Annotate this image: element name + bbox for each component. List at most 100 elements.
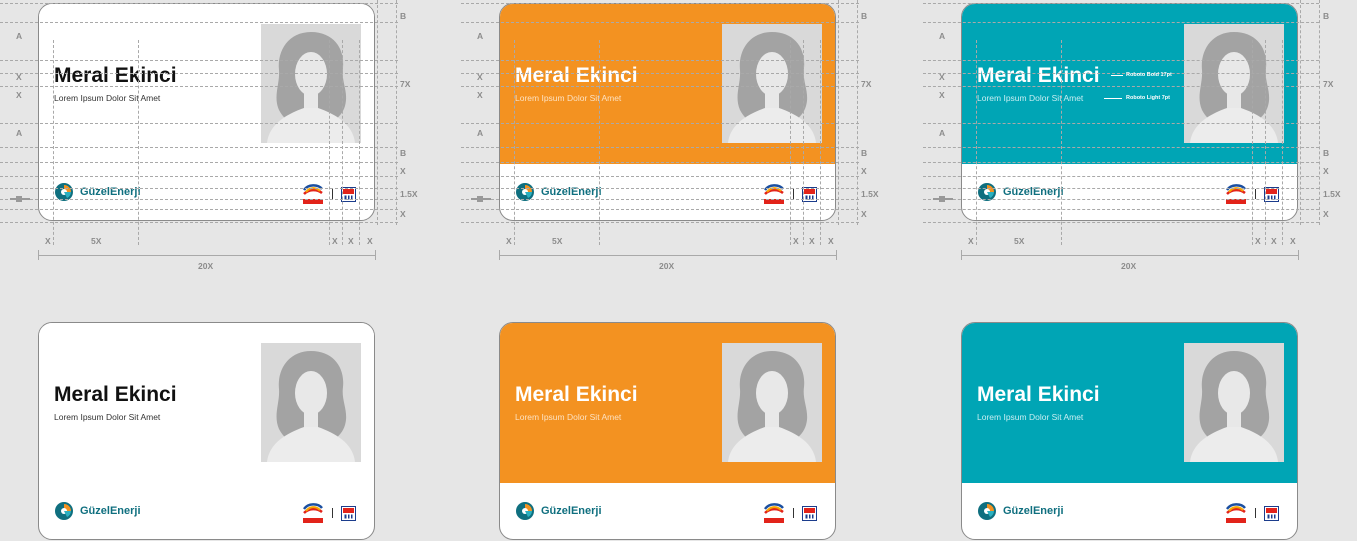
guide-label-right: 1.5X: [861, 189, 879, 199]
id-card-orange-specs: Meral Ekinci Lorem Ipsum Dolor Sit Amet …: [499, 3, 836, 221]
partner-logos: [1224, 501, 1279, 525]
totalenergies-logo-icon: [763, 503, 784, 523]
partner-logos: [301, 182, 356, 206]
guide-label-left: A: [477, 128, 484, 138]
guide-label-bottom: X: [1271, 236, 1277, 246]
guide-label-left: X: [939, 72, 945, 82]
brand-name: GüzelEnerji: [1003, 505, 1064, 517]
totalenergies-logo-icon: [1225, 184, 1246, 204]
total-width-label: 20X: [659, 261, 675, 271]
guzelenerji-logo: GüzelEnerji: [515, 182, 602, 202]
partner-logos: [301, 501, 356, 525]
person-name: Meral Ekinci: [515, 64, 638, 87]
guide-line-h: [461, 222, 859, 223]
profile-photo: [1184, 24, 1284, 143]
profile-photo: [1184, 343, 1284, 462]
totalenergies-logo-icon: [1225, 503, 1246, 523]
person-silhouette-icon: [267, 32, 355, 143]
id-card-white: Meral Ekinci Lorem Ipsum Dolor Sit Amet …: [38, 322, 375, 540]
total-width-line: [961, 255, 1298, 256]
profile-photo: [722, 24, 822, 143]
guzelenerji-logo-icon: [55, 502, 73, 520]
person-silhouette-icon: [728, 32, 816, 143]
guide-label-right: X: [400, 209, 406, 219]
moil-logo-icon: [341, 505, 356, 521]
brand-name: GüzelEnerji: [541, 186, 602, 198]
partner-separator: [332, 508, 333, 518]
guide-line-h: [0, 222, 398, 223]
partner-logos: [1224, 182, 1279, 206]
guide-label-left: A: [939, 128, 946, 138]
moil-logo-icon: [1264, 186, 1279, 202]
guide-label-right: B: [861, 11, 868, 21]
guide-label-left: X: [16, 90, 22, 100]
partner-separator: [793, 189, 794, 199]
guide-label-right: X: [1323, 209, 1329, 219]
guide-label-right: 7X: [1323, 79, 1334, 89]
guide-line-h: [923, 222, 1319, 223]
moil-logo-icon: [802, 186, 817, 202]
guide-label-right: B: [861, 148, 868, 158]
guide-label-right: X: [861, 209, 867, 219]
person-subtitle: Lorem Ipsum Dolor Sit Amet: [54, 412, 161, 422]
guide-label-right: X: [400, 166, 406, 176]
partner-separator: [1255, 508, 1256, 518]
person-name: Meral Ekinci: [54, 383, 177, 406]
guide-label-left: A: [939, 31, 946, 41]
guide-label-left: A: [16, 31, 23, 41]
guide-label-bottom: X: [506, 236, 512, 246]
guide-line-v: [838, 0, 839, 225]
person-subtitle: Lorem Ipsum Dolor Sit Amet: [54, 93, 161, 103]
profile-photo: [261, 343, 361, 462]
brand-name: GüzelEnerji: [1003, 186, 1064, 198]
guzelenerji-logo-icon: [55, 183, 73, 201]
guide-label-left: X: [16, 72, 22, 82]
guide-label-left: A: [16, 128, 23, 138]
person-silhouette-icon: [1190, 351, 1278, 462]
total-width-line: [38, 255, 375, 256]
id-card-teal: Meral Ekinci Lorem Ipsum Dolor Sit Amet …: [961, 322, 1298, 540]
guide-label-bottom: X: [828, 236, 834, 246]
person-name: Meral Ekinci: [977, 64, 1100, 87]
person-name: Meral Ekinci: [54, 64, 177, 87]
partner-separator: [332, 189, 333, 199]
moil-logo-icon: [341, 186, 356, 202]
total-width-tick: [836, 250, 837, 260]
connector-icon: [933, 189, 955, 202]
guide-line-v: [377, 0, 378, 225]
guzelenerji-logo: GüzelEnerji: [515, 501, 602, 521]
brand-name: GüzelEnerji: [541, 505, 602, 517]
guzelenerji-logo: GüzelEnerji: [54, 182, 141, 202]
guide-label-bottom: 5X: [91, 236, 102, 246]
person-silhouette-icon: [1190, 32, 1278, 143]
total-width-label: 20X: [1121, 261, 1137, 271]
person-name: Meral Ekinci: [977, 383, 1100, 406]
guide-label-right: 7X: [400, 79, 411, 89]
guide-label-right: B: [1323, 11, 1330, 21]
guzelenerji-logo-icon: [516, 502, 534, 520]
guide-label-right: 1.5X: [400, 189, 418, 199]
guide-line-v: [857, 0, 858, 225]
brand-name: GüzelEnerji: [80, 505, 141, 517]
guzelenerji-logo-icon: [978, 502, 996, 520]
total-width-tick: [961, 250, 962, 260]
guide-label-bottom: X: [793, 236, 799, 246]
partner-separator: [1255, 189, 1256, 199]
person-silhouette-icon: [267, 351, 355, 462]
moil-logo-icon: [1264, 505, 1279, 521]
guide-label-left: A: [477, 31, 484, 41]
id-card-orange: Meral Ekinci Lorem Ipsum Dolor Sit Amet …: [499, 322, 836, 540]
brand-name: GüzelEnerji: [80, 186, 141, 198]
total-width-line: [499, 255, 836, 256]
total-width-tick: [1298, 250, 1299, 260]
guzelenerji-logo: GüzelEnerji: [977, 501, 1064, 521]
guzelenerji-logo: GüzelEnerji: [977, 182, 1064, 202]
guide-label-bottom: X: [45, 236, 51, 246]
guide-label-bottom: X: [332, 236, 338, 246]
guide-label-bottom: X: [968, 236, 974, 246]
person-name: Meral Ekinci: [515, 383, 638, 406]
person-subtitle: Lorem Ipsum Dolor Sit Amet: [977, 412, 1084, 422]
guide-label-right: 1.5X: [1323, 189, 1341, 199]
guide-label-bottom: X: [348, 236, 354, 246]
total-width-label: 20X: [198, 261, 214, 271]
